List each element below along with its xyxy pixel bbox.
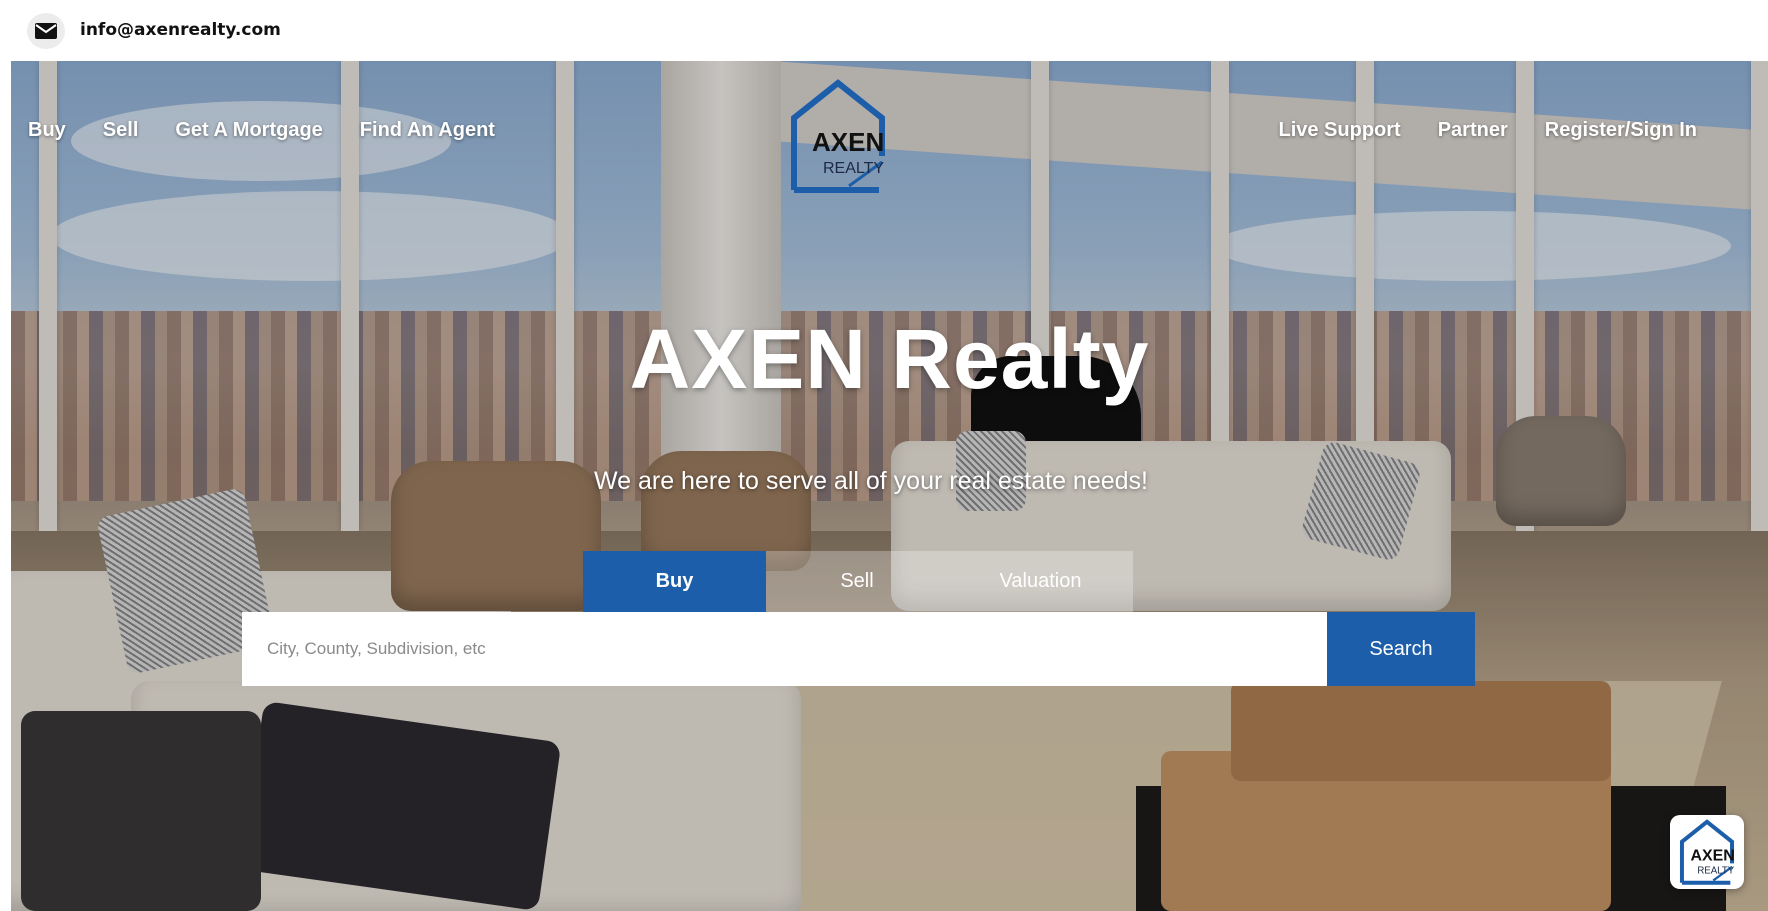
search-bar: Search	[242, 612, 1475, 686]
hero-title: AXEN Realty	[629, 312, 1150, 406]
tab-buy[interactable]: Buy	[583, 551, 766, 612]
primary-nav: Buy Sell Get A Mortgage Find An Agent	[28, 119, 532, 142]
nav-get-a-mortgage[interactable]: Get A Mortgage	[175, 119, 322, 142]
contact-email[interactable]: info@axenrealty.com	[80, 20, 281, 40]
hero-subtitle: We are here to serve all of your real es…	[593, 467, 1148, 495]
nav-live-support[interactable]: Live Support	[1278, 119, 1400, 142]
secondary-nav: Live Support Partner Register/Sign In	[1241, 119, 1697, 142]
logo-wordmark: AXEN	[812, 127, 884, 157]
badge-wordmark: AXEN	[1691, 848, 1735, 865]
search-button[interactable]: Search	[1327, 612, 1475, 686]
tab-sell[interactable]: Sell	[766, 551, 948, 612]
search-input[interactable]	[242, 612, 1327, 686]
hero-section: Buy Sell Get A Mortgage Find An Agent AX…	[11, 61, 1768, 911]
envelope-icon	[27, 13, 65, 49]
nav-find-an-agent[interactable]: Find An Agent	[360, 119, 495, 142]
nav-sell[interactable]: Sell	[103, 119, 139, 142]
axen-chat-badge[interactable]: AXEN REALTY	[1670, 815, 1744, 889]
axen-logo[interactable]: AXEN REALTY	[789, 78, 887, 194]
tab-valuation[interactable]: Valuation	[948, 551, 1133, 612]
search-tabs: Buy Sell Valuation	[583, 551, 1133, 612]
logo-subtext: REALTY	[823, 160, 884, 177]
nav-register-sign-in[interactable]: Register/Sign In	[1545, 119, 1697, 142]
nav-partner[interactable]: Partner	[1438, 119, 1508, 142]
nav-buy[interactable]: Buy	[28, 119, 66, 142]
badge-subtext: REALTY	[1697, 866, 1734, 877]
top-contact-bar: info@axenrealty.com	[0, 0, 1768, 61]
